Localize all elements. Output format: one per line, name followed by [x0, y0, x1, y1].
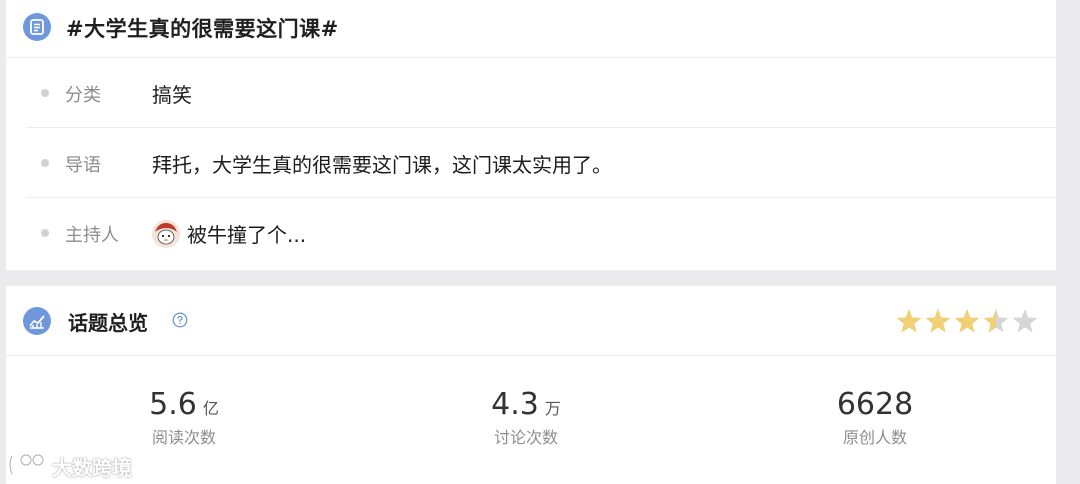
watermark: 大数跨境 — [6, 450, 132, 480]
question-circle-icon[interactable] — [172, 312, 188, 328]
rating-star-fill — [896, 309, 922, 333]
stat-creators-value: 6628 — [836, 387, 914, 422]
rating-star — [1012, 309, 1038, 333]
host-name[interactable]: 被牛撞了个... — [187, 219, 306, 248]
info-row-host: 主持人 被牛撞了个... — [26, 198, 1056, 268]
watermark-text: 大数跨境 — [52, 456, 132, 480]
overview-title: 话题总览 — [68, 311, 148, 335]
stat-reads-value: 5.6 — [149, 387, 197, 422]
overview-card: 话题总览 5.6 亿 阅读次数 4.3 万 讨论次数 6628 原创人数 — [6, 286, 1056, 484]
stat-discussions-unit: 万 — [544, 399, 561, 418]
rating-stars — [896, 309, 1038, 333]
host-avatar[interactable] — [152, 220, 180, 248]
list-document-icon — [23, 13, 51, 41]
info-row-intro: 导语 拜托，大学生真的很需要这门课，这门课太实用了。 — [26, 128, 1056, 198]
intro-value: 拜托，大学生真的很需要这门课，这门课太实用了。 — [152, 153, 612, 177]
stat-discussions-label: 讨论次数 — [493, 428, 558, 447]
stat-discussions-value: 4.3 — [491, 387, 539, 422]
trend-chart-icon — [23, 307, 51, 335]
category-label: 分类 — [65, 85, 101, 106]
stat-discussions: 4.3 万 讨论次数 — [426, 388, 626, 448]
topic-header: #大学生真的很需要这门课# — [6, 0, 1056, 58]
stat-reads-label: 阅读次数 — [151, 428, 216, 447]
stat-reads: 5.6 亿 阅读次数 — [84, 388, 284, 448]
overview-header: 话题总览 — [6, 286, 1056, 356]
topic-card: #大学生真的很需要这门课# 分类 搞笑 导语 拜托，大学生真的很需要这门课，这门… — [6, 0, 1056, 270]
rating-star-fill — [925, 309, 951, 333]
rating-star-fill — [954, 309, 980, 333]
watermark-logo-icon — [8, 453, 45, 475]
stat-reads-unit: 亿 — [202, 399, 219, 418]
intro-label: 导语 — [65, 155, 101, 176]
bullet-dot — [41, 229, 49, 237]
bullet-dot — [41, 159, 49, 167]
stat-creators-label: 原创人数 — [842, 428, 907, 447]
stat-creators: 6628 原创人数 — [775, 388, 975, 448]
category-value: 搞笑 — [152, 83, 192, 107]
bullet-dot — [41, 89, 49, 97]
topic-title[interactable]: #大学生真的很需要这门课# — [66, 13, 339, 43]
info-row-category: 分类 搞笑 — [26, 58, 1056, 128]
host-label: 主持人 — [65, 225, 119, 246]
